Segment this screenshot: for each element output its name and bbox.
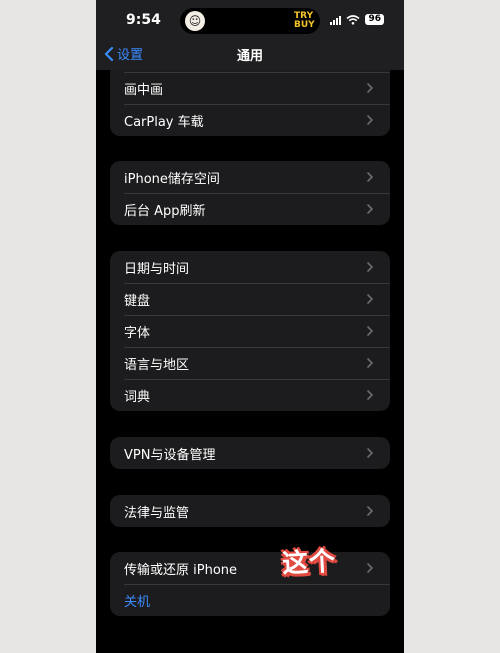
chevron-right-icon xyxy=(367,204,374,214)
annotation-sticker: 这个 xyxy=(281,546,337,580)
row-label: 关机 xyxy=(124,594,151,610)
phone-screen: 9:54 ☺ TRY BUY 96 设置 通用 画中画 CarPlay 车载 i… xyxy=(96,0,404,653)
row-label: VPN与设备管理 xyxy=(124,447,216,463)
row-legal-regulatory[interactable]: 法律与监管 xyxy=(110,495,390,527)
row-carplay[interactable]: CarPlay 车载 xyxy=(110,104,390,136)
chevron-right-icon xyxy=(367,358,374,368)
dynamic-island: ☺ TRY BUY xyxy=(180,8,320,34)
row-label: 语言与地区 xyxy=(124,357,190,373)
shutdown-button[interactable]: 关机 xyxy=(110,584,390,616)
row-fonts[interactable]: 字体 xyxy=(110,315,390,347)
row-picture-in-picture[interactable]: 画中画 xyxy=(110,72,390,104)
settings-group-legal: 法律与监管 xyxy=(110,495,390,527)
chevron-right-icon xyxy=(367,115,374,125)
settings-group-storage: iPhone储存空间 后台 App刷新 xyxy=(110,161,390,225)
chevron-right-icon xyxy=(367,172,374,182)
row-label: 传输或还原 iPhone xyxy=(124,562,238,578)
settings-group-reset: 传输或还原 iPhone 关机 xyxy=(110,552,390,616)
chevron-right-icon xyxy=(367,448,374,458)
row-label: 画中画 xyxy=(124,82,164,98)
chevron-right-icon xyxy=(367,326,374,336)
chevron-right-icon xyxy=(367,390,374,400)
settings-group-locale: 日期与时间 键盘 字体 语言与地区 词典 xyxy=(110,251,390,411)
row-label: iPhone储存空间 xyxy=(124,171,220,187)
row-keyboard[interactable]: 键盘 xyxy=(110,283,390,315)
avatar: ☺ xyxy=(185,11,205,31)
row-label: 法律与监管 xyxy=(124,505,190,521)
row-label: 后台 App刷新 xyxy=(124,203,206,219)
wifi-icon xyxy=(346,14,360,25)
chevron-right-icon xyxy=(367,563,374,573)
chevron-right-icon xyxy=(367,83,374,93)
row-transfer-reset[interactable]: 传输或还原 iPhone xyxy=(110,552,390,584)
row-label: 键盘 xyxy=(124,293,151,309)
row-label: CarPlay 车载 xyxy=(124,114,204,130)
row-iphone-storage[interactable]: iPhone储存空间 xyxy=(110,161,390,193)
chevron-right-icon xyxy=(367,262,374,272)
signal-icon xyxy=(330,15,342,25)
page-title: 通用 xyxy=(236,49,263,64)
row-label: 字体 xyxy=(124,325,151,341)
row-language-region[interactable]: 语言与地区 xyxy=(110,347,390,379)
album-art-icon: TRY BUY xyxy=(294,11,315,30)
row-vpn-device-management[interactable]: VPN与设备管理 xyxy=(110,437,390,469)
row-label: 日期与时间 xyxy=(124,261,190,277)
row-date-time[interactable]: 日期与时间 xyxy=(110,251,390,283)
chevron-right-icon xyxy=(367,506,374,516)
status-indicators: 96 xyxy=(330,14,384,25)
chevron-right-icon xyxy=(367,294,374,304)
settings-group-vpn: VPN与设备管理 xyxy=(110,437,390,469)
row-dictionary[interactable]: 词典 xyxy=(110,379,390,411)
status-time: 9:54 xyxy=(126,12,161,28)
top-bar: 9:54 ☺ TRY BUY 96 设置 通用 xyxy=(96,0,404,70)
battery-indicator: 96 xyxy=(365,14,384,25)
row-background-app-refresh[interactable]: 后台 App刷新 xyxy=(110,193,390,225)
row-label: 词典 xyxy=(124,389,151,405)
